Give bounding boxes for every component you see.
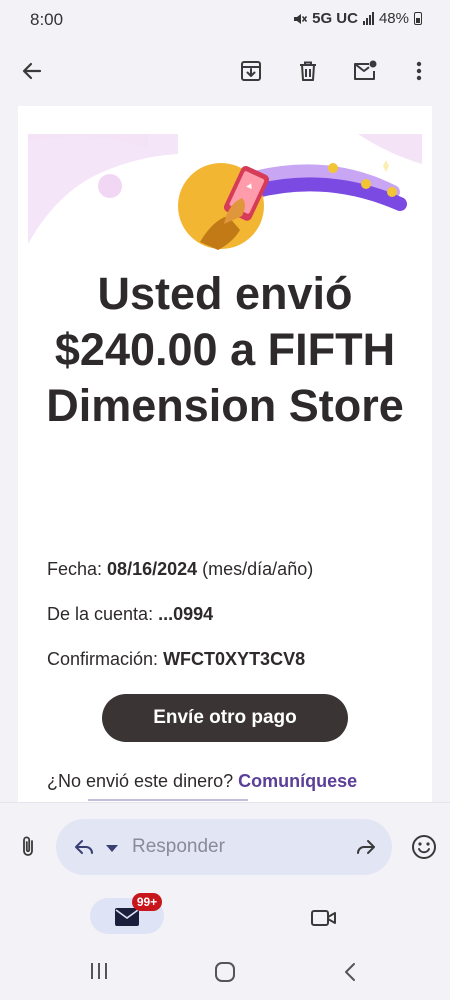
archive-icon [241, 61, 261, 81]
recent-apps-icon[interactable] [89, 962, 109, 980]
home-icon[interactable] [214, 962, 236, 982]
forward-icon[interactable] [354, 835, 378, 859]
delete-icon [300, 61, 316, 81]
emoji-icon [412, 835, 436, 859]
hero-graphic [28, 134, 422, 250]
reply-placeholder: Responder [132, 836, 225, 857]
battery-icon [414, 12, 422, 25]
date-label: Fecha: [47, 559, 103, 579]
attach-button[interactable] [16, 834, 42, 860]
status-time: 8:00 [30, 10, 64, 29]
app-toolbar [0, 40, 450, 102]
mail-tab[interactable]: 99+ [90, 893, 164, 934]
video-camera-icon [311, 910, 336, 926]
mark-unread-button[interactable] [348, 54, 382, 88]
confirmation-value: WFCT0XYT3CV8 [163, 649, 306, 669]
unread-badge: 99+ [132, 893, 162, 911]
bottom-navigation: 99+ [0, 890, 450, 940]
help-text: ¿No envió este dinero? Comuníquese [47, 771, 427, 792]
back-nav-icon[interactable] [343, 962, 357, 982]
date-value: 08/16/2024 [107, 559, 198, 579]
send-another-payment-button[interactable]: Envíe otro pago [102, 694, 348, 742]
reply-field[interactable]: Responder [56, 819, 392, 875]
help-question: ¿No envió este dinero? [47, 771, 234, 791]
account-value: ...0994 [158, 604, 214, 624]
reply-bar: Responder [0, 802, 450, 890]
meet-tab[interactable] [311, 908, 337, 928]
contact-link[interactable]: Comuníquese [238, 771, 357, 791]
mark-unread-icon [354, 60, 377, 80]
signal-icon [362, 12, 374, 25]
email-body: Usted envió $240.00 a FIFTH Dimension St… [18, 106, 432, 806]
payment-details: Fecha: 08/16/2024 (mes/día/año) De la cu… [47, 558, 417, 693]
reply-type-dropdown-icon[interactable] [106, 845, 118, 852]
status-right: 5G UC 48% [293, 10, 422, 27]
payment-illustration [28, 134, 422, 254]
more-options-button[interactable] [402, 54, 436, 88]
date-format: (mes/día/año) [202, 559, 314, 579]
account-label: De la cuenta: [47, 604, 154, 624]
confirmation-label: Confirmación: [47, 649, 159, 669]
emoji-reaction-button[interactable] [410, 833, 438, 861]
status-bar: 8:00 5G UC 48% [0, 0, 450, 40]
more-vert-icon [416, 61, 422, 81]
mail-icon [115, 908, 139, 926]
back-button[interactable] [15, 54, 49, 88]
system-navigation [0, 940, 450, 1000]
date-row: Fecha: 08/16/2024 (mes/día/año) [47, 558, 417, 603]
archive-button[interactable] [234, 54, 268, 88]
reply-icon[interactable] [72, 835, 96, 859]
confirmation-row: Confirmación: WFCT0XYT3CV8 [47, 648, 417, 693]
paperclip-icon [23, 836, 33, 856]
back-arrow-icon [22, 62, 42, 80]
account-row: De la cuenta: ...0994 [47, 603, 417, 648]
delete-button[interactable] [291, 54, 325, 88]
email-headline: Usted envió $240.00 a FIFTH Dimension St… [46, 268, 404, 431]
battery-percent: 48% [378, 10, 409, 27]
mute-icon [294, 13, 308, 24]
network-label: 5G UC [312, 10, 358, 27]
